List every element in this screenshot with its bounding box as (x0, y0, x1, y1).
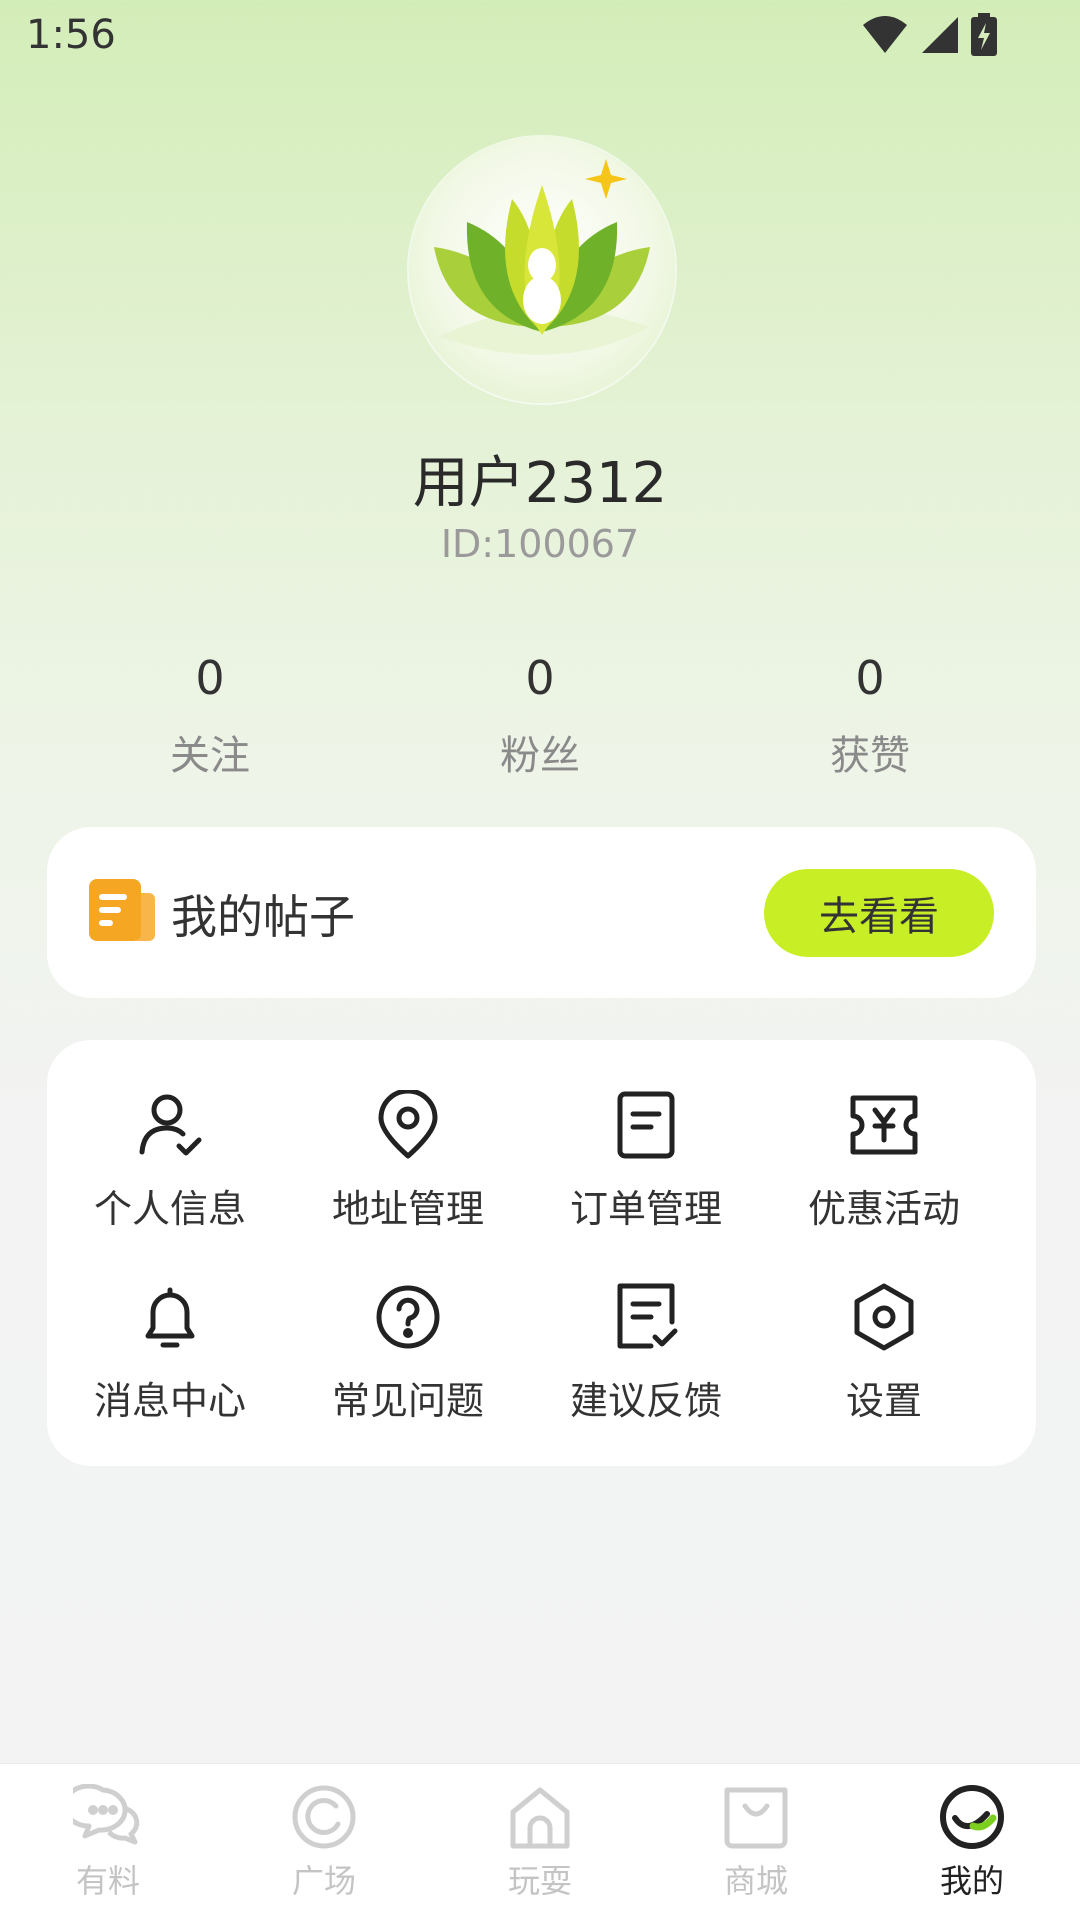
menu-card: 个人信息 地址管理 订单管理 优惠活动 消息中心 常见问题 建议反馈 设置 (47, 1040, 1036, 1466)
coupon-yen-icon (850, 1095, 918, 1155)
menu-item-settings[interactable]: 设置 (764, 1282, 1004, 1432)
username: 用户2312 (412, 451, 668, 516)
status-icons (860, 12, 1000, 58)
tab-wanshua[interactable]: 玩耍 (460, 1784, 620, 1902)
tab-label: 我的 (939, 1862, 1004, 1900)
stat-value: 0 (855, 651, 885, 705)
plaza-circle-icon (292, 1785, 356, 1849)
stat-value: 0 (195, 651, 225, 705)
status-time: 1:56 (26, 12, 116, 58)
menu-item-feedback[interactable]: 建议反馈 (526, 1282, 766, 1432)
menu-item-faq[interactable]: 常见问题 (288, 1282, 528, 1432)
shopping-bag-icon (724, 1787, 788, 1849)
tab-guangchang[interactable]: 广场 (244, 1784, 404, 1902)
tab-label: 广场 (291, 1862, 356, 1900)
go-see-button[interactable]: 去看看 (764, 869, 994, 957)
user-id: ID:100067 (440, 522, 640, 566)
stat-likes[interactable]: 0 获赞 (750, 645, 990, 781)
document-icon (89, 879, 155, 941)
menu-item-label: 订单管理 (569, 1187, 722, 1231)
bell-icon (145, 1287, 195, 1348)
my-posts-title: 我的帖子 (171, 890, 355, 944)
menu-item-label: 设置 (845, 1379, 922, 1423)
profile-check-icon (940, 1785, 1004, 1849)
stat-fans[interactable]: 0 粉丝 (420, 645, 660, 781)
stat-label: 获赞 (830, 733, 910, 779)
home-icon (510, 1787, 570, 1849)
stat-value: 0 (525, 651, 555, 705)
menu-item-label: 地址管理 (331, 1187, 484, 1231)
menu-item-promotions[interactable]: 优惠活动 (764, 1090, 1004, 1240)
tab-label: 有料 (75, 1862, 140, 1900)
menu-item-orders[interactable]: 订单管理 (526, 1090, 766, 1240)
wifi-icon (863, 16, 907, 53)
tab-youliao[interactable]: 有料 (28, 1784, 188, 1902)
battery-charging-icon (971, 13, 997, 56)
feedback-icon (617, 1283, 678, 1349)
my-posts-card[interactable]: 我的帖子 去看看 (47, 827, 1036, 998)
user-check-icon (139, 1094, 202, 1156)
menu-item-address[interactable]: 地址管理 (288, 1090, 528, 1240)
signal-icon (922, 17, 958, 53)
gear-hexagon-icon (854, 1283, 914, 1351)
status-bar: 1:56 (0, 0, 1080, 80)
menu-item-personal-info[interactable]: 个人信息 (50, 1090, 290, 1240)
menu-item-label: 消息中心 (93, 1379, 246, 1423)
stat-label: 粉丝 (500, 733, 580, 779)
location-pin-icon (378, 1090, 438, 1159)
tab-label: 玩耍 (507, 1862, 572, 1900)
order-list-icon (617, 1091, 675, 1159)
tab-shangcheng[interactable]: 商城 (676, 1784, 836, 1902)
stat-following[interactable]: 0 关注 (90, 645, 330, 781)
menu-item-label: 优惠活动 (807, 1187, 960, 1231)
menu-item-label: 建议反馈 (569, 1379, 722, 1423)
bottom-tab-bar: 有料 广场 玩耍 商城 我的 (0, 1763, 1080, 1921)
tab-wode[interactable]: 我的 (892, 1784, 1052, 1902)
lotus-logo (434, 159, 650, 355)
menu-item-label: 个人信息 (93, 1187, 246, 1231)
question-circle-icon (376, 1285, 440, 1349)
menu-item-messages[interactable]: 消息中心 (50, 1282, 290, 1432)
chat-bubbles-icon (73, 1784, 140, 1845)
tab-label: 商城 (723, 1862, 788, 1900)
stat-label: 关注 (170, 733, 250, 779)
menu-item-label: 常见问题 (331, 1379, 484, 1423)
avatar[interactable] (409, 137, 675, 403)
